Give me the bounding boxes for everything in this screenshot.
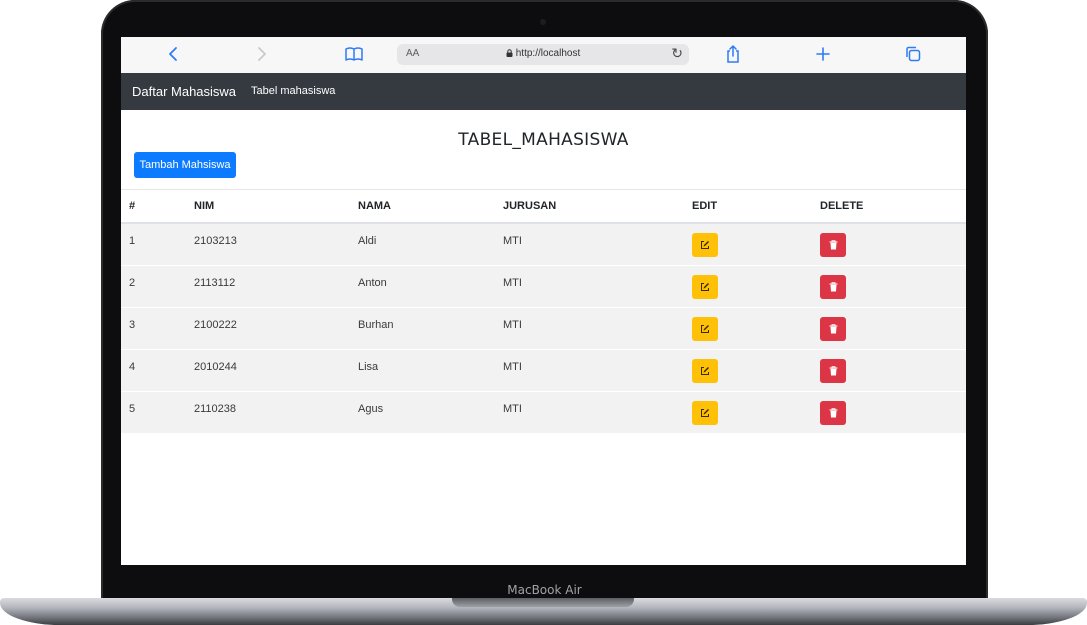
cell-jurusan: MTI	[503, 361, 522, 373]
cell-nim: 2110238	[194, 403, 237, 415]
screen: AA http://localhost ↻ Daftar Mahasiswa T…	[121, 37, 966, 565]
cell-nama: Aldi	[358, 235, 377, 247]
header-no: #	[121, 189, 194, 224]
new-tab-icon[interactable]	[811, 42, 835, 66]
trash-icon	[829, 324, 837, 334]
edit-icon	[701, 367, 709, 375]
delete-button[interactable]	[820, 275, 846, 299]
cell-jurusan: MTI	[503, 235, 522, 247]
bookmarks-icon[interactable]	[342, 42, 366, 66]
table-row: 2 2113112 Anton MTI	[121, 265, 966, 308]
edit-button[interactable]	[692, 401, 718, 425]
camera	[540, 19, 546, 25]
model-label: MacBook Air	[507, 583, 582, 597]
table-row: 3 2100222 Burhan MTI	[121, 307, 966, 350]
students-table: # NIM NAMA JURUSAN EDIT DELETE 1 2103213…	[121, 189, 966, 433]
edit-button[interactable]	[692, 233, 718, 257]
page-title: TABEL_MAHASISWA	[458, 130, 629, 150]
reload-icon[interactable]: ↻	[671, 45, 683, 62]
header-nim: NIM	[194, 189, 358, 224]
delete-button[interactable]	[820, 317, 846, 341]
url-text: http://localhost	[397, 48, 689, 59]
edit-icon	[701, 325, 709, 333]
cell-nim: 2100222	[194, 319, 237, 331]
lock-icon	[506, 49, 513, 57]
table-row: 5 2110238 Agus MTI	[121, 391, 966, 433]
trash-icon	[829, 240, 837, 250]
cell-jurusan: MTI	[503, 277, 522, 289]
table-header-row: # NIM NAMA JURUSAN EDIT DELETE	[121, 189, 966, 224]
back-icon[interactable]	[161, 42, 185, 66]
cell-nama: Burhan	[358, 319, 394, 331]
browser-toolbar: AA http://localhost ↻	[121, 37, 966, 74]
delete-button[interactable]	[820, 401, 846, 425]
forward-icon[interactable]	[250, 42, 274, 66]
cell-nim: 2103213	[194, 235, 237, 247]
cell-no: 3	[129, 319, 136, 331]
navbar: Daftar Mahasiswa Tabel mahasiswa	[121, 73, 966, 110]
edit-button[interactable]	[692, 317, 718, 341]
cell-jurusan: MTI	[503, 403, 522, 415]
cell-nama: Agus	[358, 403, 384, 415]
edit-icon	[701, 409, 709, 417]
add-student-button[interactable]: Tambah Mahsiswa	[134, 152, 236, 178]
header-edit: EDIT	[692, 189, 820, 224]
cell-no: 2	[129, 277, 136, 289]
trash-icon	[829, 366, 837, 376]
delete-button[interactable]	[820, 359, 846, 383]
navbar-brand[interactable]: Daftar Mahasiswa	[132, 84, 236, 99]
delete-button[interactable]	[820, 233, 846, 257]
trash-icon	[829, 408, 837, 418]
edit-icon	[701, 283, 709, 291]
header-nama: NAMA	[358, 189, 503, 224]
edit-button[interactable]	[692, 275, 718, 299]
cell-jurusan: MTI	[503, 319, 522, 331]
cell-nama: Lisa	[358, 361, 379, 373]
cell-no: 5	[129, 403, 136, 415]
edit-button[interactable]	[692, 359, 718, 383]
cell-nim: 2010244	[194, 361, 237, 373]
laptop-notch	[452, 598, 634, 607]
nav-link-tabel-mahasiswa[interactable]: Tabel mahasiswa	[251, 85, 335, 97]
share-icon[interactable]	[721, 42, 745, 66]
table-row: 1 2103213 Aldi MTI	[121, 222, 966, 266]
header-delete: DELETE	[820, 189, 966, 224]
header-jurusan: JURUSAN	[503, 189, 692, 224]
table-row: 4 2010244 Lisa MTI	[121, 349, 966, 392]
cell-nama: Anton	[358, 277, 387, 289]
cell-nim: 2113112	[194, 277, 236, 289]
edit-icon	[701, 241, 709, 249]
url: http://localhost	[515, 48, 581, 59]
cell-no: 4	[129, 361, 136, 373]
trash-icon	[829, 282, 837, 292]
cell-no: 1	[129, 235, 136, 247]
address-bar[interactable]: AA http://localhost ↻	[397, 44, 689, 65]
tabs-overview-icon[interactable]	[901, 42, 925, 66]
